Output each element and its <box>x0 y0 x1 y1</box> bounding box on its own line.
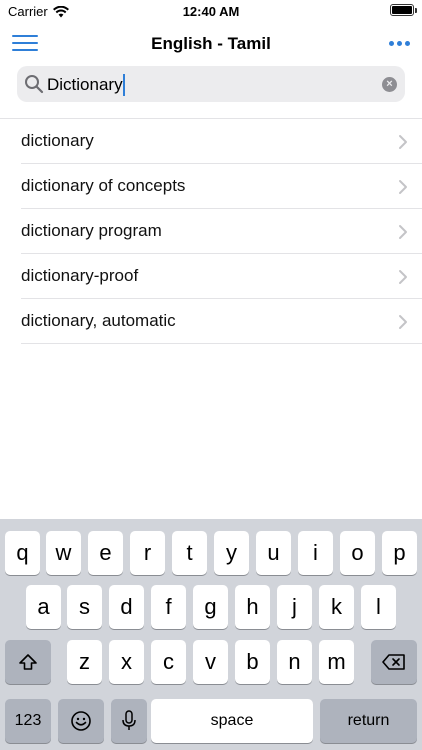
key-j[interactable]: j <box>277 585 312 629</box>
battery-icon <box>390 4 417 16</box>
key-e[interactable]: e <box>88 531 123 575</box>
shift-key[interactable] <box>5 640 51 684</box>
more-options-icon[interactable] <box>389 41 410 46</box>
microphone-icon <box>122 710 136 730</box>
key-b[interactable]: b <box>235 640 270 684</box>
search-field[interactable]: Dictionary × <box>17 66 405 102</box>
list-item[interactable]: dictionary program <box>0 209 422 254</box>
list-item-label: dictionary program <box>21 221 162 240</box>
backspace-icon <box>382 654 405 670</box>
key-n[interactable]: n <box>277 640 312 684</box>
emoji-icon <box>71 711 91 731</box>
nav-bar: English - Tamil <box>0 24 422 64</box>
return-key[interactable]: return <box>320 699 417 743</box>
hamburger-menu-icon[interactable] <box>12 35 38 53</box>
search-input[interactable]: Dictionary <box>47 74 125 96</box>
key-l[interactable]: l <box>361 585 396 629</box>
chevron-right-icon <box>399 270 407 284</box>
keyboard: q w e r t y u i o p a s d f g h j k l z … <box>0 519 422 750</box>
key-c[interactable]: c <box>151 640 186 684</box>
results-list: dictionary dictionary of concepts dictio… <box>0 119 422 344</box>
key-u[interactable]: u <box>256 531 291 575</box>
key-w[interactable]: w <box>46 531 81 575</box>
status-right <box>390 4 417 16</box>
chevron-right-icon <box>399 135 407 149</box>
list-item[interactable]: dictionary <box>0 119 422 164</box>
key-v[interactable]: v <box>193 640 228 684</box>
backspace-key[interactable] <box>371 640 417 684</box>
list-item-label: dictionary <box>21 131 94 150</box>
key-s[interactable]: s <box>67 585 102 629</box>
list-item-label: dictionary, automatic <box>21 311 176 330</box>
clear-search-icon[interactable]: × <box>382 77 397 92</box>
key-r[interactable]: r <box>130 531 165 575</box>
key-z[interactable]: z <box>67 640 102 684</box>
dictation-key[interactable] <box>111 699 147 743</box>
row-divider <box>21 343 422 344</box>
list-item[interactable]: dictionary of concepts <box>0 164 422 209</box>
numbers-key[interactable]: 123 <box>5 699 51 743</box>
key-t[interactable]: t <box>172 531 207 575</box>
shift-icon <box>19 654 37 670</box>
chevron-right-icon <box>399 315 407 329</box>
key-i[interactable]: i <box>298 531 333 575</box>
key-o[interactable]: o <box>340 531 375 575</box>
chevron-right-icon <box>399 180 407 194</box>
chevron-right-icon <box>399 225 407 239</box>
list-item-label: dictionary of concepts <box>21 176 186 195</box>
key-f[interactable]: f <box>151 585 186 629</box>
key-k[interactable]: k <box>319 585 354 629</box>
key-p[interactable]: p <box>382 531 417 575</box>
search-icon <box>25 75 44 94</box>
key-x[interactable]: x <box>109 640 144 684</box>
status-time: 12:40 AM <box>182 4 240 19</box>
text-cursor <box>122 74 125 96</box>
emoji-key[interactable] <box>58 699 104 743</box>
list-item[interactable]: dictionary, automatic <box>0 299 422 344</box>
list-item[interactable]: dictionary-proof <box>0 254 422 299</box>
page-title: English - Tamil <box>151 34 271 53</box>
key-q[interactable]: q <box>5 531 40 575</box>
key-y[interactable]: y <box>214 531 249 575</box>
key-g[interactable]: g <box>193 585 228 629</box>
search-input-text: Dictionary <box>47 75 123 94</box>
key-m[interactable]: m <box>319 640 354 684</box>
key-h[interactable]: h <box>235 585 270 629</box>
space-key[interactable]: space <box>151 699 313 743</box>
list-item-label: dictionary-proof <box>21 266 139 285</box>
key-d[interactable]: d <box>109 585 144 629</box>
status-bar: Carrier 12:40 AM <box>0 0 422 24</box>
key-a[interactable]: a <box>26 585 61 629</box>
